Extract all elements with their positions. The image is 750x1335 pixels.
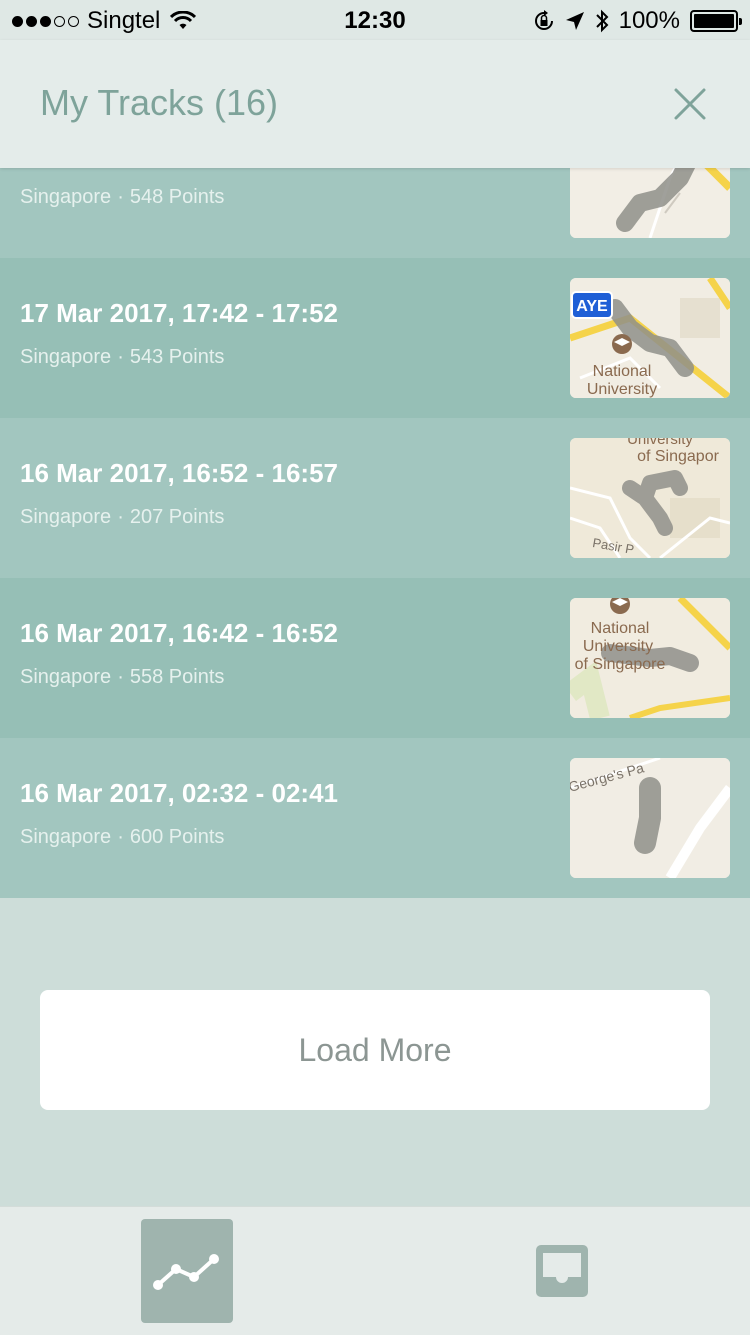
track-points: 600 Points bbox=[129, 826, 225, 848]
track-map-thumbnail[interactable]: AYE National University bbox=[570, 278, 730, 398]
track-location: Singapore bbox=[20, 506, 112, 528]
orientation-lock-icon bbox=[534, 10, 553, 30]
meta-separator: · bbox=[117, 826, 124, 848]
map-label-university: University bbox=[583, 638, 653, 655]
map-label-university: University bbox=[587, 381, 657, 398]
track-location: Singapore bbox=[20, 666, 112, 688]
track-meta: Singapore · 207 Points bbox=[20, 506, 224, 529]
page-title: My Tracks (16) bbox=[40, 82, 279, 123]
battery-percent: 100% bbox=[618, 7, 680, 34]
tab-bar bbox=[0, 1206, 750, 1335]
track-points: 548 Points bbox=[129, 186, 225, 208]
track-meta: Singapore · 548 Points bbox=[20, 186, 224, 209]
inbox-icon bbox=[536, 1245, 588, 1297]
track-map-thumbnail[interactable]: George's Pa bbox=[570, 758, 730, 878]
map-label-of-singapore: of Singapore bbox=[575, 656, 666, 673]
track-meta: Singapore · 558 Points bbox=[20, 666, 224, 689]
track-row[interactable]: 16 Mar 2017, 16:52 - 16:57 Singapore · 207… bbox=[0, 418, 750, 578]
meta-separator: · bbox=[117, 506, 124, 528]
map-label-university: University bbox=[627, 438, 693, 448]
track-date: 16 Mar 2017, 02:32 - 02:41 bbox=[20, 778, 338, 808]
track-row[interactable]: 16 Mar 2017, 16:42 - 16:52 Singapore · 558… bbox=[0, 578, 750, 738]
track-location: Singapore bbox=[20, 826, 112, 848]
close-icon bbox=[674, 88, 706, 120]
track-meta: Singapore · 543 Points bbox=[20, 346, 224, 369]
track-map-thumbnail[interactable]: National University of Singapore bbox=[570, 598, 730, 718]
track-points: 543 Points bbox=[129, 346, 225, 368]
track-map-thumbnail[interactable]: University of Singapor Pasir P bbox=[570, 438, 730, 558]
close-button[interactable] bbox=[668, 82, 712, 126]
map-label-of-singapore: of Singapor bbox=[637, 448, 720, 465]
meta-separator: · bbox=[117, 666, 124, 688]
track-date: 16 Mar 2017, 16:52 - 16:57 bbox=[20, 458, 338, 488]
status-right: 100% bbox=[533, 7, 742, 35]
track-date: 17 Mar 2017, 17:42 - 17:52 bbox=[20, 298, 338, 328]
bluetooth-icon bbox=[595, 9, 609, 33]
line-chart-icon bbox=[153, 1254, 219, 1290]
nav-header: My Tracks (16) bbox=[0, 40, 750, 168]
track-list[interactable]: Singapore · 548 Points 17 Mar 2017, 17:42 … bbox=[0, 98, 750, 898]
track-points: 558 Points bbox=[129, 666, 225, 688]
tab-inbox[interactable] bbox=[516, 1219, 608, 1323]
track-meta: Singapore · 600 Points bbox=[20, 826, 224, 849]
track-location: Singapore bbox=[20, 346, 112, 368]
map-label-national: National bbox=[591, 620, 650, 637]
track-date: 16 Mar 2017, 16:42 - 16:52 bbox=[20, 618, 338, 648]
battery-icon bbox=[690, 10, 742, 32]
location-arrow-icon bbox=[565, 12, 584, 30]
track-points: 207 Points bbox=[129, 506, 225, 528]
track-location: Singapore bbox=[20, 186, 112, 208]
meta-separator: · bbox=[117, 186, 124, 208]
tab-tracks[interactable] bbox=[141, 1219, 233, 1323]
load-more-button[interactable]: Load More bbox=[40, 990, 710, 1110]
status-bar: Singtel 12:30 100% bbox=[0, 0, 750, 40]
meta-separator: · bbox=[117, 346, 124, 368]
track-row[interactable]: 17 Mar 2017, 17:42 - 17:52 Singapore · 543… bbox=[0, 258, 750, 418]
map-label-aye: AYE bbox=[576, 298, 608, 315]
map-label-national: National bbox=[593, 363, 652, 380]
track-row[interactable]: 16 Mar 2017, 02:32 - 02:41 Singapore · 600… bbox=[0, 738, 750, 898]
